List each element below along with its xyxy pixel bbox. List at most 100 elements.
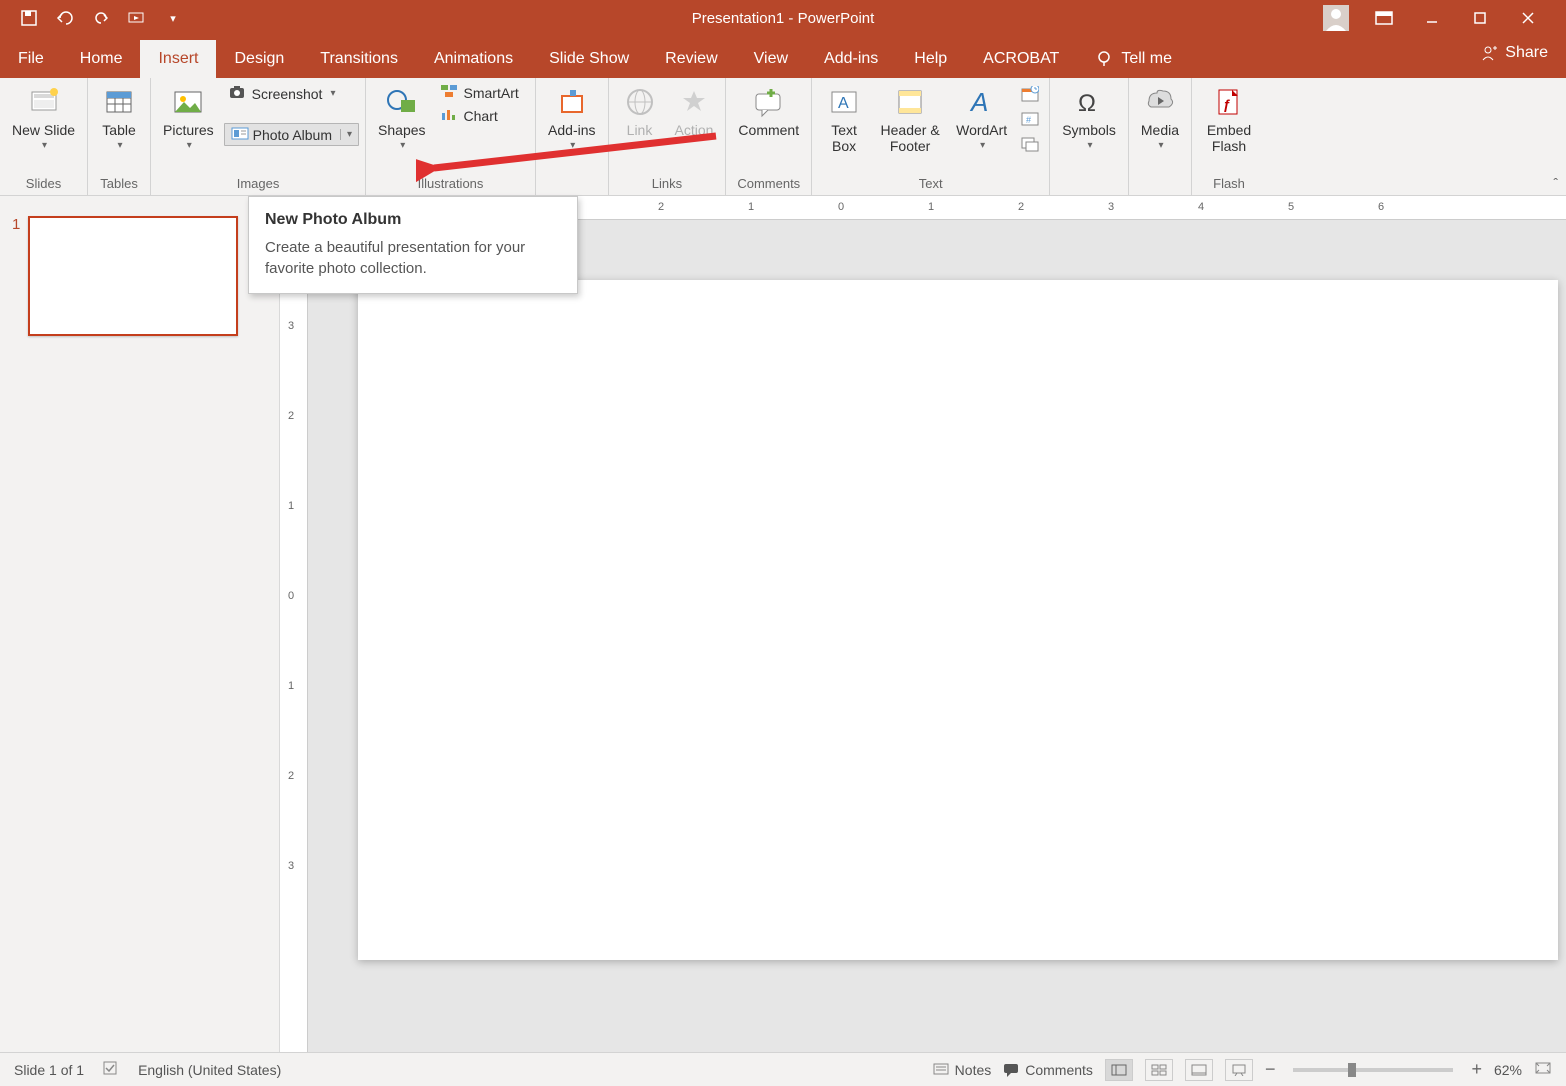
group-tables: Table▾ Tables xyxy=(88,78,151,195)
tab-transitions[interactable]: Transitions xyxy=(302,40,416,78)
slide-number-button[interactable]: # xyxy=(1017,109,1043,132)
slide-thumbnail-1[interactable] xyxy=(28,216,238,336)
svg-text:A: A xyxy=(969,87,988,117)
embed-flash-button[interactable]: ƒ Embed Flash xyxy=(1198,82,1260,156)
tell-me-search[interactable]: Tell me xyxy=(1077,40,1190,78)
group-flash: ƒ Embed Flash Flash xyxy=(1192,78,1266,195)
save-icon[interactable] xyxy=(20,9,38,27)
link-button[interactable]: Link xyxy=(615,82,665,140)
tooltip-photo-album: New Photo Album Create a beautiful prese… xyxy=(248,196,578,294)
new-slide-button[interactable]: New Slide▾ xyxy=(6,82,81,153)
comment-button[interactable]: Comment xyxy=(732,82,805,140)
tab-acrobat[interactable]: ACROBAT xyxy=(965,40,1077,78)
slideshow-view-button[interactable] xyxy=(1225,1059,1253,1081)
screenshot-button[interactable]: Screenshot▾ xyxy=(224,82,359,105)
ribbon-tabs: File Home Insert Design Transitions Anim… xyxy=(0,36,1566,78)
tab-home[interactable]: Home xyxy=(62,40,141,78)
smartart-button[interactable]: SmartArt xyxy=(436,82,523,103)
header-footer-icon xyxy=(892,84,928,120)
slide-thumb-number: 1 xyxy=(12,216,20,336)
addins-button[interactable]: Add-ins▾ xyxy=(542,82,601,153)
zoom-in-button[interactable]: + xyxy=(1471,1059,1482,1080)
shapes-icon xyxy=(384,84,420,120)
reading-view-button[interactable] xyxy=(1185,1059,1213,1081)
tab-help[interactable]: Help xyxy=(896,40,965,78)
status-bar: Slide 1 of 1 English (United States) Not… xyxy=(0,1052,1566,1086)
symbols-button[interactable]: Ω Symbols▾ xyxy=(1056,82,1122,153)
slide-sorter-view-button[interactable] xyxy=(1145,1059,1173,1081)
collapse-ribbon-icon[interactable]: ˆ xyxy=(1553,175,1558,191)
group-text: A Text Box Header & Footer A WordArt▾ # … xyxy=(812,78,1050,195)
pictures-button[interactable]: Pictures▾ xyxy=(157,82,220,153)
tab-addins[interactable]: Add-ins xyxy=(806,40,896,78)
undo-icon[interactable] xyxy=(56,9,74,27)
comments-pane-button[interactable]: Comments xyxy=(1003,1062,1093,1078)
wordart-icon: A xyxy=(964,84,1000,120)
tab-design[interactable]: Design xyxy=(216,40,302,78)
close-button[interactable] xyxy=(1510,0,1546,36)
object-button[interactable] xyxy=(1017,134,1043,157)
lightbulb-icon xyxy=(1095,50,1113,68)
tab-slide-show[interactable]: Slide Show xyxy=(531,40,647,78)
tooltip-title: New Photo Album xyxy=(265,211,561,229)
media-button[interactable]: Media▾ xyxy=(1135,82,1185,153)
group-links: Link Action Links xyxy=(609,78,727,195)
group-images: Pictures▾ Screenshot▾ Photo Album ▾ Imag… xyxy=(151,78,366,195)
group-comments: Comment Comments xyxy=(726,78,812,195)
media-icon xyxy=(1142,84,1178,120)
language-status[interactable]: English (United States) xyxy=(138,1062,281,1078)
text-box-button[interactable]: A Text Box xyxy=(818,82,870,156)
text-box-icon: A xyxy=(826,84,862,120)
svg-text:#: # xyxy=(1026,115,1031,125)
fit-to-window-button[interactable] xyxy=(1534,1061,1552,1078)
comment-icon xyxy=(751,84,787,120)
ribbon-display-options-icon[interactable] xyxy=(1366,0,1402,36)
photo-album-dropdown-icon[interactable]: ▾ xyxy=(340,129,352,140)
redo-icon[interactable] xyxy=(92,9,110,27)
svg-text:ƒ: ƒ xyxy=(1223,96,1231,112)
group-symbols: Ω Symbols▾ xyxy=(1050,78,1129,195)
header-footer-button[interactable]: Header & Footer xyxy=(874,82,946,156)
tab-view[interactable]: View xyxy=(736,40,806,78)
date-time-button[interactable] xyxy=(1017,84,1043,107)
zoom-slider-thumb[interactable] xyxy=(1348,1063,1356,1077)
tab-file[interactable]: File xyxy=(0,40,62,78)
share-button[interactable]: Share xyxy=(1479,44,1548,62)
action-button[interactable]: Action xyxy=(669,82,720,140)
group-label-links: Links xyxy=(609,176,726,195)
slide-thumbnails-panel: 1 xyxy=(0,196,280,1052)
maximize-button[interactable] xyxy=(1462,0,1498,36)
slide-canvas[interactable] xyxy=(358,280,1558,960)
qat-more-icon[interactable]: ▾ xyxy=(164,9,182,27)
table-button[interactable]: Table▾ xyxy=(94,82,144,153)
group-label-flash: Flash xyxy=(1192,176,1266,195)
link-icon xyxy=(622,84,658,120)
tab-animations[interactable]: Animations xyxy=(416,40,531,78)
zoom-slider[interactable] xyxy=(1293,1068,1453,1072)
notes-button[interactable]: Notes xyxy=(933,1062,992,1078)
group-label-images: Images xyxy=(151,176,365,195)
notes-icon xyxy=(933,1063,949,1077)
shapes-button[interactable]: Shapes▾ xyxy=(372,82,431,153)
window-title: Presentation1 - PowerPoint xyxy=(692,10,875,27)
slide-background[interactable] xyxy=(308,220,1566,1052)
minimize-button[interactable] xyxy=(1414,0,1450,36)
zoom-out-button[interactable]: − xyxy=(1265,1059,1276,1080)
normal-view-button[interactable] xyxy=(1105,1059,1133,1081)
smartart-icon xyxy=(440,84,458,101)
photo-album-button[interactable]: Photo Album ▾ xyxy=(224,123,359,146)
title-bar: ▾ Presentation1 - PowerPoint xyxy=(0,0,1566,36)
slideshow-from-start-icon[interactable] xyxy=(128,9,146,27)
zoom-level[interactable]: 62% xyxy=(1494,1062,1522,1078)
chart-button[interactable]: Chart xyxy=(436,105,523,126)
addins-icon xyxy=(554,84,590,120)
tab-review[interactable]: Review xyxy=(647,40,735,78)
slide-number-icon: # xyxy=(1021,111,1039,130)
share-label: Share xyxy=(1505,44,1548,62)
wordart-button[interactable]: A WordArt▾ xyxy=(950,82,1013,153)
spellcheck-icon[interactable] xyxy=(102,1060,120,1079)
tab-insert[interactable]: Insert xyxy=(140,40,216,78)
group-label-addins xyxy=(536,191,607,195)
chart-icon xyxy=(440,107,458,124)
account-avatar-icon[interactable] xyxy=(1318,0,1354,36)
